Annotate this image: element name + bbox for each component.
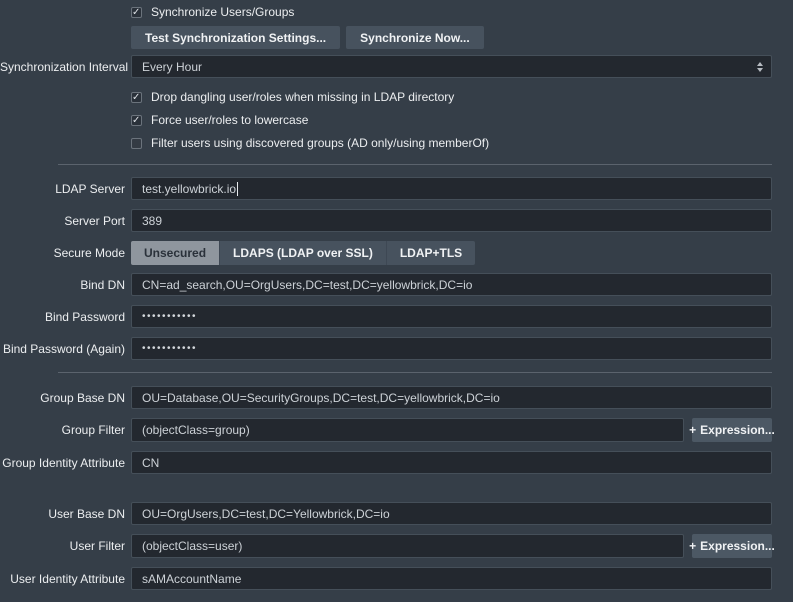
checkbox-checked-icon[interactable]: ✓	[131, 92, 142, 103]
bind-password-input[interactable]: •••••••••••	[131, 305, 772, 328]
secure-mode-option-unsecured[interactable]: Unsecured	[131, 241, 220, 265]
group-base-dn-input[interactable]: OU=Database,OU=SecurityGroups,DC=test,DC…	[131, 386, 772, 409]
user-identity-attribute-row: User Identity Attribute sAMAccountName	[0, 567, 772, 590]
sync-buttons-row: Test Synchronization Settings... Synchro…	[131, 26, 772, 49]
group-filter-label: Group Filter	[0, 423, 125, 437]
bind-password-value: •••••••••••	[142, 311, 197, 322]
group-identity-attribute-input[interactable]: CN	[131, 451, 772, 474]
bind-password-again-row: Bind Password (Again) •••••••••••	[0, 337, 772, 360]
user-base-dn-input[interactable]: OU=OrgUsers,DC=test,DC=Yellowbrick,DC=io	[131, 502, 772, 525]
section-divider	[58, 372, 772, 373]
bind-password-again-value: •••••••••••	[142, 343, 197, 354]
bind-password-row: Bind Password •••••••••••	[0, 305, 772, 328]
group-identity-attribute-row: Group Identity Attribute CN	[0, 451, 772, 474]
secure-mode-segmented-control: Unsecured LDAPS (LDAP over SSL) LDAP+TLS	[131, 241, 475, 265]
user-filter-input[interactable]: (objectClass=user)	[131, 534, 684, 558]
synchronization-interval-row: Synchronization Interval Every Hour	[0, 55, 772, 78]
synchronization-interval-label: Synchronization Interval	[0, 60, 125, 74]
sync-users-groups-row: ✓ Synchronize Users/Groups	[131, 4, 772, 20]
ldap-server-value: test.yellowbrick.io	[142, 182, 236, 196]
checkbox-checked-icon[interactable]: ✓	[131, 115, 142, 126]
bind-dn-value: CN=ad_search,OU=OrgUsers,DC=test,DC=yell…	[142, 278, 472, 292]
test-synchronization-settings-button[interactable]: Test Synchronization Settings...	[131, 26, 340, 49]
filter-users-checkbox-line[interactable]: ✓ Filter users using discovered groups (…	[131, 136, 489, 150]
group-identity-attribute-value: CN	[142, 456, 159, 470]
selected-interval-value: Every Hour	[142, 60, 202, 74]
bind-dn-label: Bind DN	[0, 278, 125, 292]
synchronization-interval-select[interactable]: Every Hour	[131, 55, 772, 78]
synchronize-now-button[interactable]: Synchronize Now...	[346, 26, 484, 49]
bind-password-again-input[interactable]: •••••••••••	[131, 337, 772, 360]
section-divider	[58, 164, 772, 165]
server-port-input[interactable]: 389	[131, 209, 772, 232]
group-identity-attribute-label: Group Identity Attribute	[0, 456, 125, 470]
bind-password-again-label: Bind Password (Again)	[0, 342, 125, 356]
checkbox-checked-icon[interactable]: ✓	[131, 7, 142, 18]
user-base-dn-label: User Base DN	[0, 507, 125, 521]
secure-mode-option-ldaps[interactable]: LDAPS (LDAP over SSL)	[220, 241, 387, 265]
user-filter-value: (objectClass=user)	[142, 539, 242, 553]
bind-dn-row: Bind DN CN=ad_search,OU=OrgUsers,DC=test…	[0, 273, 772, 296]
group-base-dn-value: OU=Database,OU=SecurityGroups,DC=test,DC…	[142, 391, 500, 405]
group-filter-value: (objectClass=group)	[142, 423, 250, 437]
option-row: ✓ Force user/roles to lowercase	[131, 113, 772, 127]
ldap-server-input[interactable]: test.yellowbrick.io	[131, 177, 772, 200]
user-identity-attribute-value: sAMAccountName	[142, 572, 241, 586]
secure-mode-label: Secure Mode	[0, 246, 125, 260]
ldap-server-row: LDAP Server test.yellowbrick.io	[0, 177, 772, 200]
group-expression-button-label: Expression...	[700, 423, 775, 437]
user-identity-attribute-label: User Identity Attribute	[0, 572, 125, 586]
user-base-dn-row: User Base DN OU=OrgUsers,DC=test,DC=Yell…	[0, 502, 772, 525]
sync-users-groups-checkbox-line[interactable]: ✓ Synchronize Users/Groups	[131, 5, 294, 19]
checkbox-unchecked-icon[interactable]: ✓	[131, 138, 142, 149]
server-port-row: Server Port 389	[0, 209, 772, 232]
bind-password-label: Bind Password	[0, 310, 125, 324]
plus-icon: +	[689, 539, 696, 553]
sync-users-groups-label: Synchronize Users/Groups	[151, 5, 294, 19]
ldap-server-label: LDAP Server	[0, 182, 125, 196]
server-port-label: Server Port	[0, 214, 125, 228]
ldap-settings-panel: ✓ Synchronize Users/Groups Test Synchron…	[0, 0, 793, 590]
option-row: ✓ Filter users using discovered groups (…	[131, 136, 772, 150]
group-base-dn-row: Group Base DN OU=Database,OU=SecurityGro…	[0, 386, 772, 409]
group-base-dn-label: Group Base DN	[0, 391, 125, 405]
group-filter-input[interactable]: (objectClass=group)	[131, 418, 684, 442]
select-stepper-icon	[757, 62, 763, 72]
user-base-dn-value: OU=OrgUsers,DC=test,DC=Yellowbrick,DC=io	[142, 507, 390, 521]
text-cursor	[237, 182, 238, 196]
group-expression-button[interactable]: + Expression...	[692, 418, 772, 442]
secure-mode-row: Secure Mode Unsecured LDAPS (LDAP over S…	[0, 241, 772, 264]
user-filter-row: User Filter (objectClass=user) + Express…	[0, 534, 772, 558]
drop-dangling-label: Drop dangling user/roles when missing in…	[151, 90, 454, 104]
user-identity-attribute-input[interactable]: sAMAccountName	[131, 567, 772, 590]
user-filter-label: User Filter	[0, 539, 125, 553]
drop-dangling-checkbox-line[interactable]: ✓ Drop dangling user/roles when missing …	[131, 90, 454, 104]
secure-mode-option-ldap-tls[interactable]: LDAP+TLS	[387, 241, 475, 265]
secure-mode-field: Unsecured LDAPS (LDAP over SSL) LDAP+TLS	[131, 241, 772, 265]
user-expression-button-label: Expression...	[700, 539, 775, 553]
user-expression-button[interactable]: + Expression...	[692, 534, 772, 558]
server-port-value: 389	[142, 214, 162, 228]
option-row: ✓ Drop dangling user/roles when missing …	[131, 90, 772, 104]
filter-users-label: Filter users using discovered groups (AD…	[151, 136, 489, 150]
force-lowercase-checkbox-line[interactable]: ✓ Force user/roles to lowercase	[131, 113, 308, 127]
force-lowercase-label: Force user/roles to lowercase	[151, 113, 308, 127]
group-filter-row: Group Filter (objectClass=group) + Expre…	[0, 418, 772, 442]
plus-icon: +	[689, 423, 696, 437]
bind-dn-input[interactable]: CN=ad_search,OU=OrgUsers,DC=test,DC=yell…	[131, 273, 772, 296]
